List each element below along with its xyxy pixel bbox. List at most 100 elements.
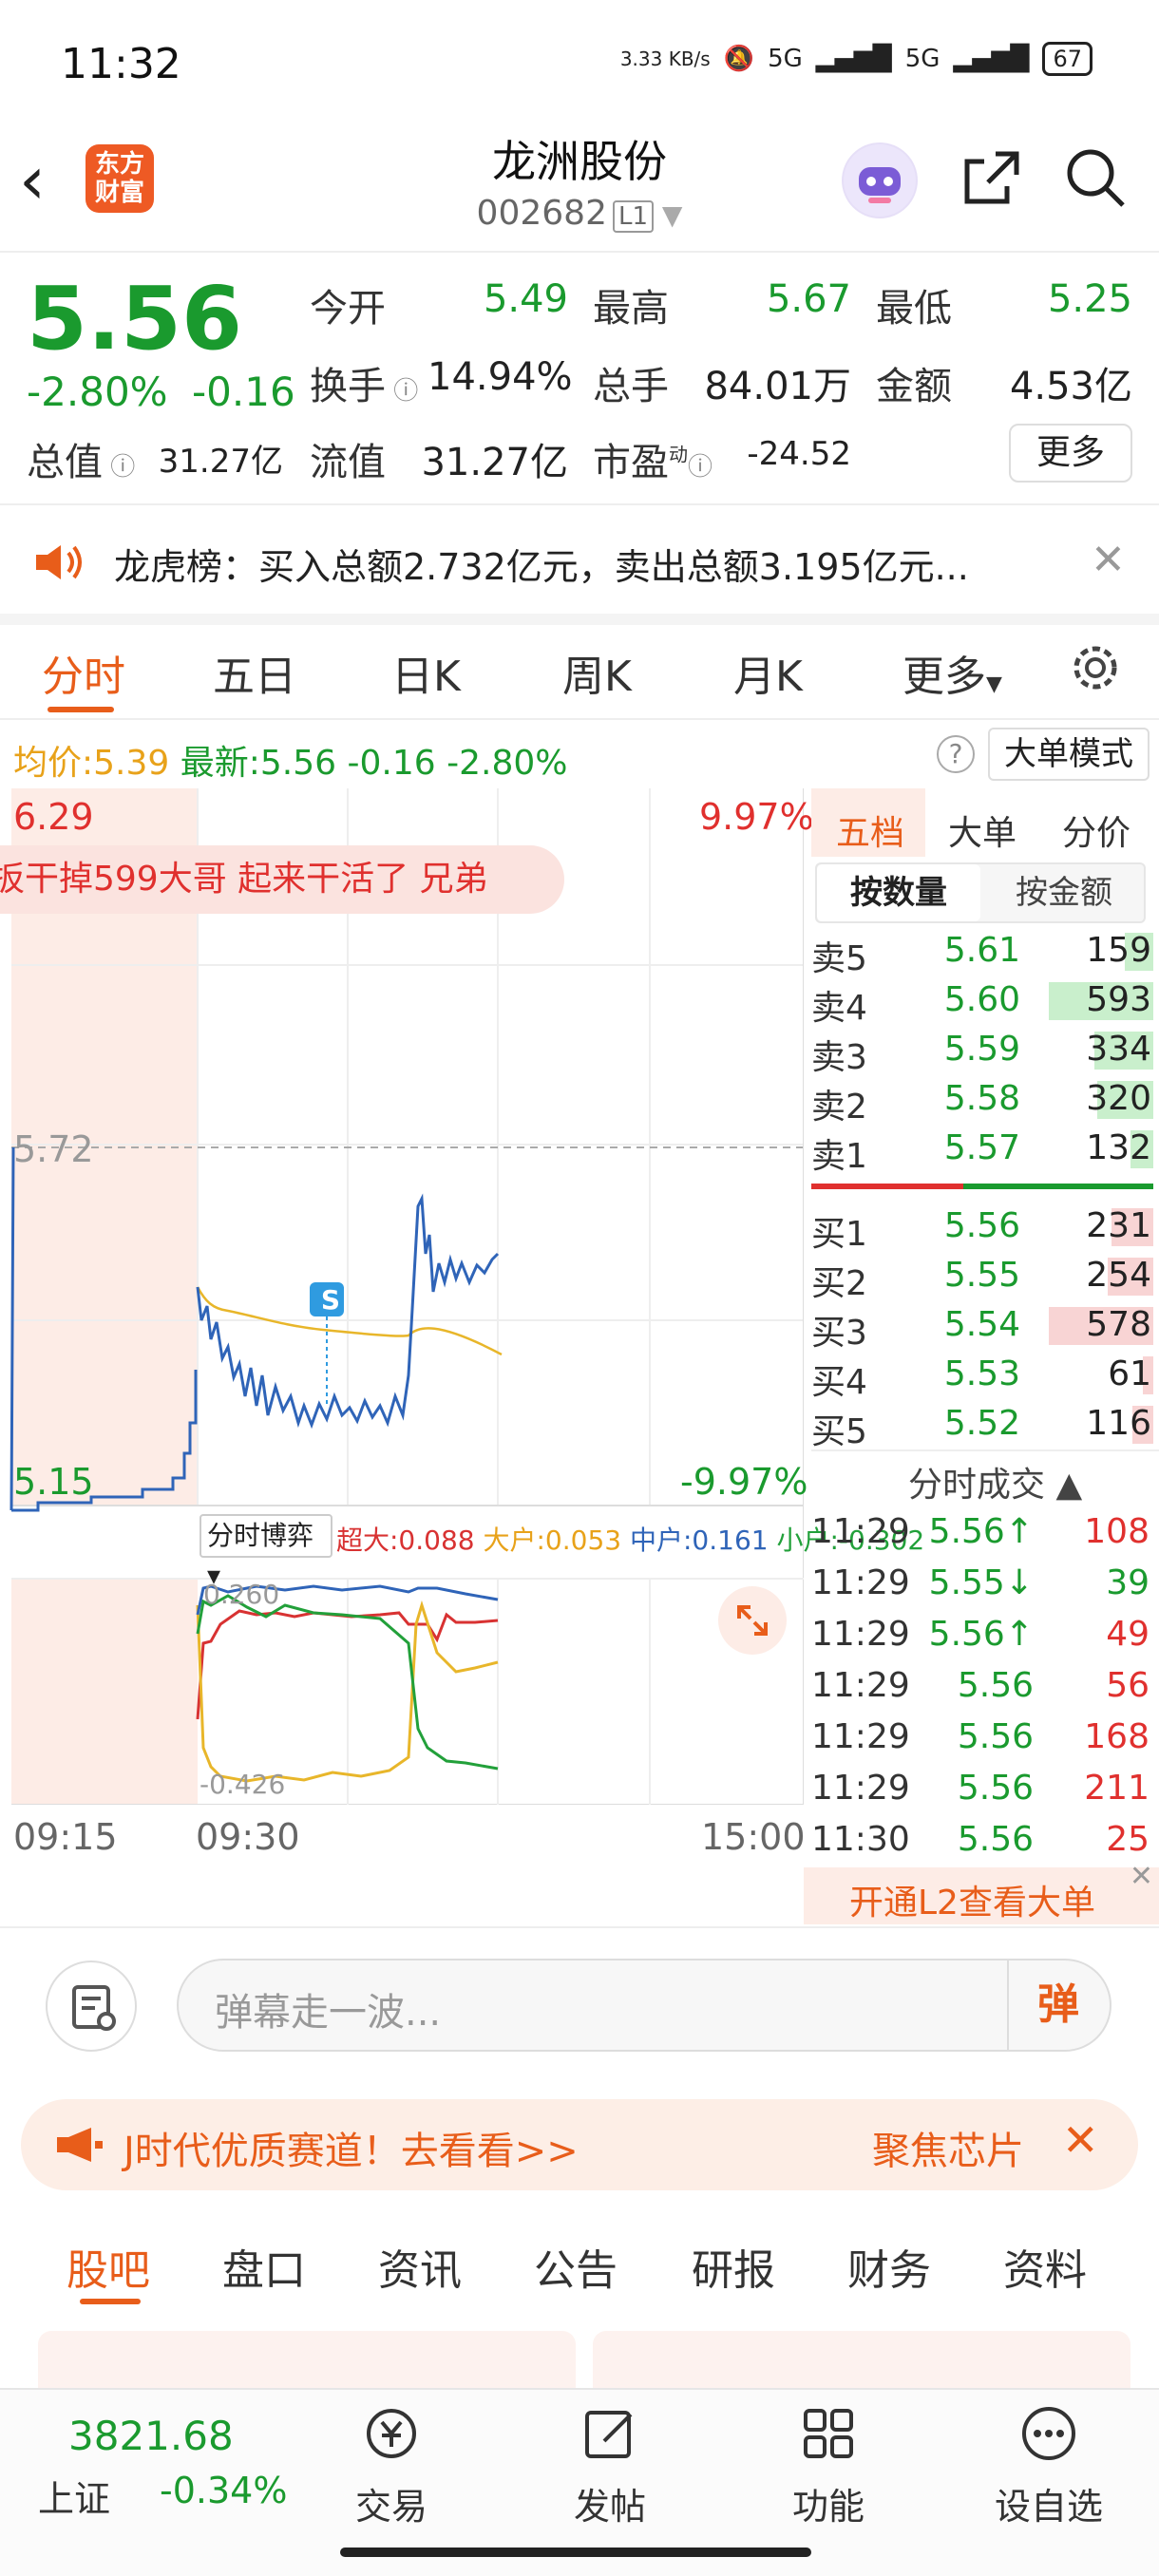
level-name: 卖3: [811, 1038, 867, 1077]
nav-add-watchlist[interactable]: 设自选: [992, 2403, 1106, 2529]
tab-weekly-k[interactable]: 周K: [562, 642, 632, 703]
tab-daily-k[interactable]: 日K: [391, 642, 461, 703]
bids-row[interactable]: 买2 5.55 254: [811, 1252, 1153, 1303]
open-label: 今开: [310, 287, 386, 331]
popularity-card[interactable]: [38, 2331, 576, 2388]
info-icon[interactable]: ⓘ: [103, 453, 135, 482]
subtab-by-volume[interactable]: 按数量: [817, 864, 980, 921]
tab-intraday[interactable]: 分时: [42, 642, 125, 703]
trade-time: 11:29: [811, 1717, 910, 1756]
tab-price-dist[interactable]: 分价: [1062, 805, 1130, 855]
signal-marker-label[interactable]: S: [314, 1284, 348, 1316]
asks-row[interactable]: 卖3 5.59 334: [811, 1026, 1153, 1077]
info-icon[interactable]: ⓘ: [688, 453, 712, 482]
tab-forum[interactable]: 股吧: [66, 2236, 150, 2297]
trade-volume: 211: [1084, 1769, 1150, 1808]
long-short-card[interactable]: [593, 2331, 1130, 2388]
trade-price: 5.56: [957, 1820, 1034, 1859]
level-name: 买3: [811, 1314, 867, 1353]
gear-icon[interactable]: [1068, 640, 1123, 699]
ask-bid-ratio-green: [963, 1184, 1153, 1189]
tab-finance[interactable]: 财务: [847, 2236, 931, 2297]
close-icon[interactable]: ✕: [1091, 536, 1126, 584]
turnover-label: 换手 ⓘ: [310, 365, 419, 408]
tab-orderbook[interactable]: 盘口: [222, 2236, 306, 2297]
trade-time: 11:30: [811, 1820, 910, 1859]
index-value[interactable]: 3821.68: [68, 2413, 234, 2459]
tab-five-day[interactable]: 五日: [213, 642, 296, 703]
asks-row[interactable]: 卖1 5.57 132: [811, 1125, 1153, 1176]
trade-row: 11:30 5.56 25: [811, 1820, 1153, 1871]
index-change[interactable]: -0.34%: [160, 2470, 287, 2511]
promo-topic[interactable]: 聚焦芯片: [872, 2120, 1024, 2175]
intraday-chart[interactable]: [0, 788, 804, 1805]
level-price: 5.58: [943, 1079, 1020, 1118]
tab-big-orders[interactable]: 大单: [948, 805, 1016, 855]
bids-row[interactable]: 买3 5.54 578: [811, 1301, 1153, 1353]
trade-price: 5.56↑: [928, 1615, 1034, 1654]
tab-five-levels[interactable]: 五档: [836, 805, 904, 855]
trade-row: 11:29 5.55↓ 39: [811, 1563, 1153, 1615]
close-icon[interactable]: ✕: [1062, 2114, 1099, 2166]
level-name: 卖2: [811, 1088, 867, 1127]
trade-price: 5.56: [957, 1717, 1034, 1756]
big-order-mode-button[interactable]: 大单模式: [988, 728, 1150, 781]
nav-functions[interactable]: 功能: [771, 2403, 885, 2529]
share-icon[interactable]: [958, 144, 1024, 211]
bids-row[interactable]: 买1 5.56 231: [811, 1203, 1153, 1254]
trade-time: 11:29: [811, 1563, 910, 1602]
robot-avatar-icon[interactable]: [842, 142, 918, 218]
tab-profile[interactable]: 资料: [1003, 2236, 1087, 2297]
nav-trade[interactable]: 交易: [334, 2403, 448, 2529]
more-quote-button[interactable]: 更多: [1009, 424, 1132, 483]
info-icon[interactable]: ⓘ: [386, 377, 418, 406]
asks-row[interactable]: 卖5 5.61 159: [811, 927, 1153, 978]
level-price: 5.61: [943, 931, 1020, 970]
level-price: 5.54: [943, 1305, 1020, 1344]
trade-price: 5.56: [957, 1769, 1034, 1808]
danmu-settings-icon[interactable]: [46, 1960, 137, 2052]
level-name: 卖5: [811, 939, 867, 978]
asks-row[interactable]: 卖4 5.60 593: [811, 976, 1153, 1028]
subtab-by-amount[interactable]: 按金额: [984, 864, 1144, 921]
stock-code: 002682: [476, 194, 607, 233]
trade-row: 11:29 5.56 56: [811, 1666, 1153, 1717]
close-icon[interactable]: ✕: [1130, 1860, 1153, 1893]
nav-post[interactable]: 发帖: [553, 2403, 667, 2529]
help-icon[interactable]: ?: [937, 735, 975, 773]
notice-text[interactable]: 龙虎榜：买入总额2.732亿元，卖出总额3.195亿元...: [114, 538, 969, 590]
mktcap-label: 总值 ⓘ: [27, 441, 136, 484]
promo-text[interactable]: J时代优质赛道！去看看>>: [124, 2120, 579, 2175]
status-icons: 3.33 KB/s 🔕 5G ▂▄▆█ 5G ▂▄▆█ 67: [620, 42, 1092, 76]
mktcap-value: 31.27亿: [158, 443, 283, 481]
index-name[interactable]: 上证: [38, 2470, 110, 2522]
trade-row: 11:29 5.56 211: [811, 1769, 1153, 1820]
trade-time: 11:29: [811, 1666, 910, 1705]
trade-volume: 49: [1106, 1615, 1150, 1654]
trade-volume: 168: [1084, 1717, 1150, 1756]
danmu-send-button[interactable]: 弹: [1007, 1960, 1108, 2050]
expand-icon[interactable]: [718, 1586, 787, 1655]
y-axis-bottom-pct: -9.97%: [680, 1461, 808, 1503]
tab-more[interactable]: 更多▼: [902, 642, 1002, 703]
bids-row[interactable]: 买5 5.52 116: [811, 1400, 1153, 1451]
trades-title[interactable]: 分时成交 ▲: [908, 1457, 1082, 1506]
tab-research[interactable]: 研报: [692, 2236, 775, 2297]
tab-monthly-k[interactable]: 月K: [733, 642, 803, 703]
bids-row[interactable]: 买4 5.53 61: [811, 1351, 1153, 1402]
open-value: 5.49: [483, 277, 568, 321]
trade-time: 11:29: [811, 1615, 910, 1654]
price-info-line: 均价:5.39 最新:5.56 -0.16 -2.80%: [13, 744, 568, 783]
pe-label: 市盈动ⓘ: [593, 441, 713, 484]
tab-news[interactable]: 资讯: [378, 2236, 462, 2297]
search-icon[interactable]: [1062, 144, 1129, 211]
level-price: 5.57: [943, 1128, 1020, 1167]
bottom-tab-underline: [80, 2299, 141, 2304]
change-amount: -0.16: [192, 369, 295, 415]
l2-banner[interactable]: 开通L2查看大单 ✕: [804, 1860, 1159, 1924]
asks-row[interactable]: 卖2 5.58 320: [811, 1075, 1153, 1127]
change-percent: -2.80%: [27, 369, 168, 415]
y-axis-mid: 5.72: [13, 1128, 94, 1170]
indicator-select[interactable]: 分时博弈 ▾: [200, 1514, 332, 1591]
tab-announcements[interactable]: 公告: [534, 2236, 618, 2297]
